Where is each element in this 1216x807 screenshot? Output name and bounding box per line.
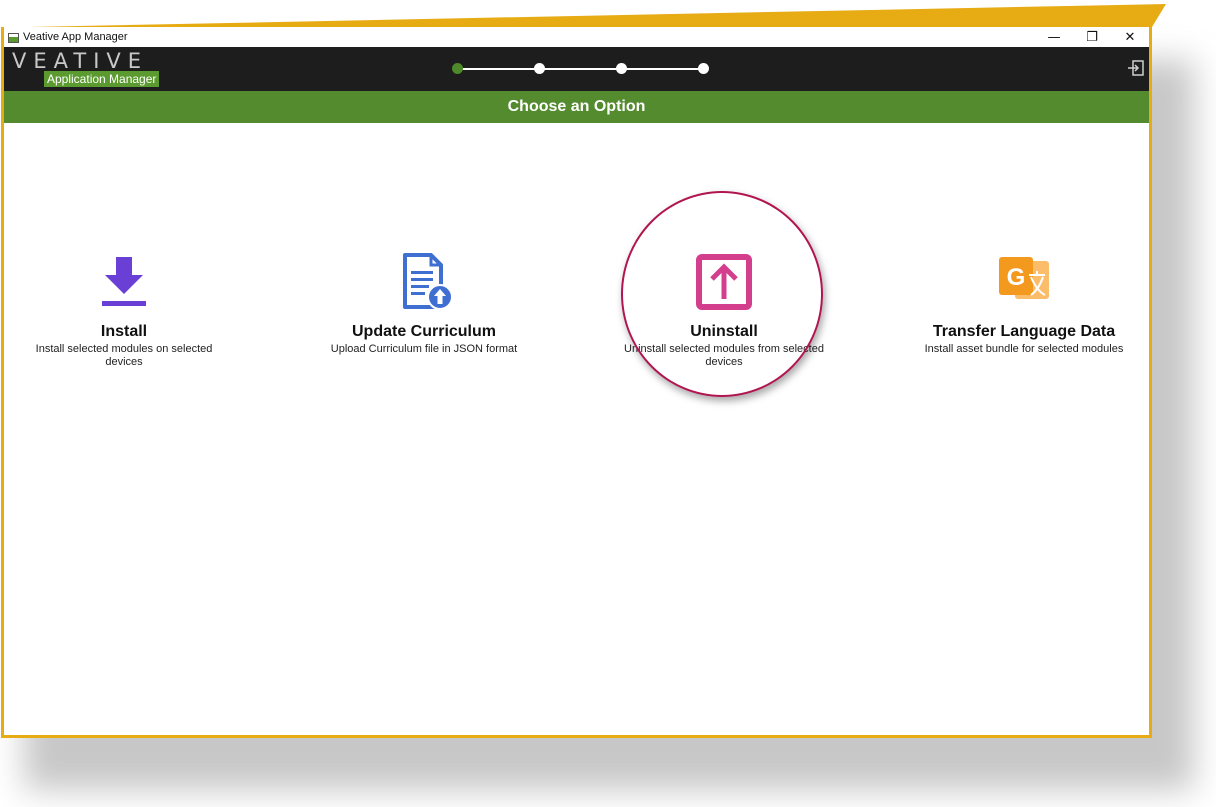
option-install-label: Install [100, 323, 148, 340]
option-update-curriculum[interactable]: Update Curriculum Upload Curriculum file… [324, 251, 524, 356]
stepper-step-3 [616, 63, 627, 74]
option-install-description: Install selected modules on selected dev… [35, 343, 213, 368]
download-icon [102, 257, 146, 306]
uninstall-box-arrow-icon [696, 254, 752, 310]
minimize-button[interactable]: — [1035, 27, 1073, 47]
options-area: Install Install selected modules on sele… [4, 123, 1149, 733]
document-upload-icon [403, 253, 453, 310]
option-uninstall-label: Uninstall [690, 323, 758, 340]
option-transfer-language-data-label: Transfer Language Data [932, 323, 1116, 340]
stepper-line [539, 68, 621, 70]
translate-icon: G [999, 257, 1049, 299]
window-controls: — ❐ ✕ [1035, 27, 1149, 47]
progress-stepper [452, 62, 709, 76]
option-transfer-language-data-description: Install asset bundle for selected module… [924, 343, 1124, 355]
title-bar: Veative App Manager — ❐ ✕ [4, 27, 1149, 47]
stepper-step-2 [534, 63, 545, 74]
restore-button[interactable]: ❐ [1073, 27, 1111, 47]
stepper-line [457, 68, 539, 70]
option-update-curriculum-description: Upload Curriculum file in JSON format [330, 343, 518, 355]
logo-text: VEATIVE [12, 49, 149, 73]
window-title: Veative App Manager [23, 31, 128, 43]
option-install[interactable]: Install Install selected modules on sele… [24, 251, 224, 369]
close-button[interactable]: ✕ [1111, 27, 1149, 47]
option-update-curriculum-label: Update Curriculum [351, 323, 496, 340]
stepper-line [621, 68, 703, 70]
exit-icon[interactable] [1127, 59, 1145, 77]
app-window: Veative App Manager — ❐ ✕ VEATIVE Applic… [1, 27, 1152, 738]
app-icon [8, 32, 19, 43]
logo-subtitle: Application Manager [44, 71, 160, 87]
stepper-step-1 [452, 63, 463, 74]
option-uninstall[interactable]: Uninstall Uninstall selected modules fro… [624, 251, 824, 369]
page-title-banner: Choose an Option [4, 91, 1149, 123]
option-transfer-language-data[interactable]: G Transfer Language Data Install asset b… [924, 251, 1124, 356]
app-header: VEATIVE Application Manager [4, 47, 1149, 91]
svg-text:G: G [1007, 264, 1026, 291]
stepper-step-4 [698, 63, 709, 74]
option-uninstall-description: Uninstall selected modules from selected… [624, 343, 824, 368]
